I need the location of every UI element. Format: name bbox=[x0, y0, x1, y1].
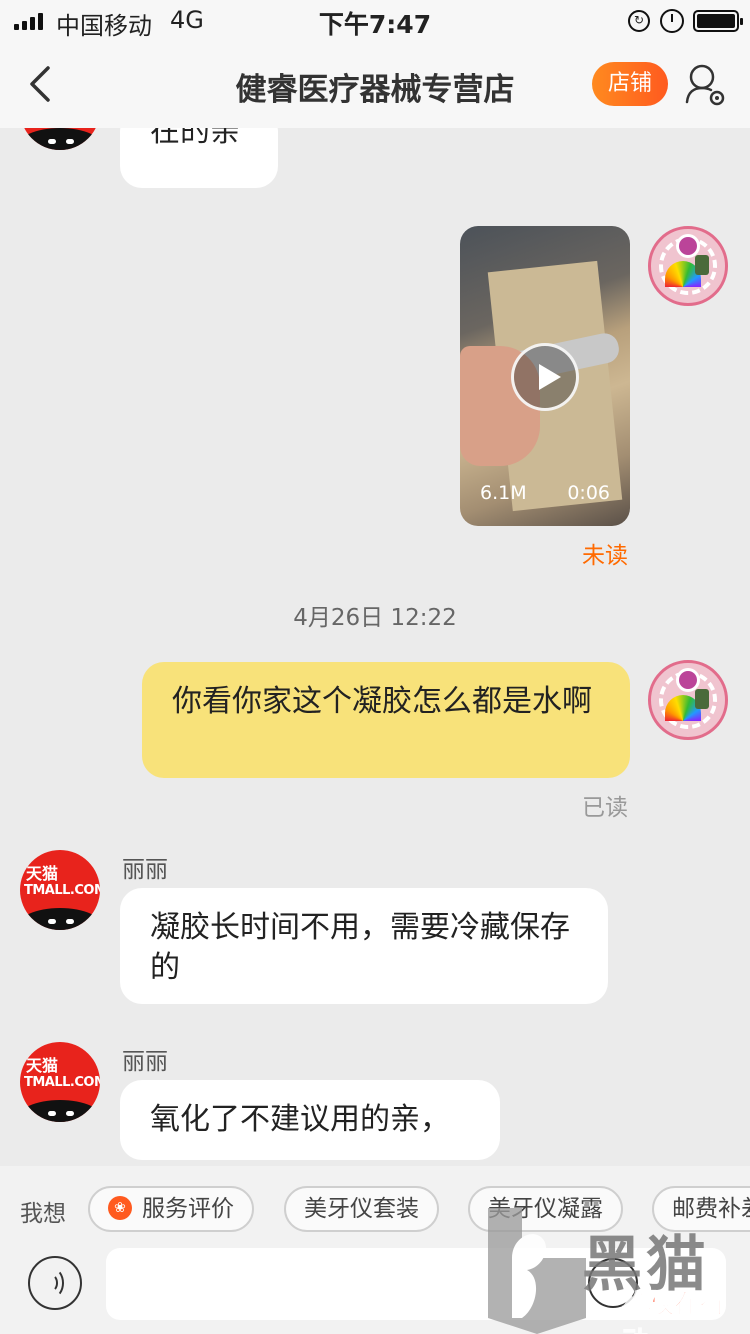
quick-reply-chip[interactable]: 美牙仪套装 bbox=[284, 1186, 439, 1232]
unread-status: 未读 bbox=[582, 543, 628, 569]
message-bubble-mine: 你看你家这个凝胶怎么都是水啊 bbox=[142, 662, 630, 778]
watermark-text: 维权在行动 bbox=[622, 1290, 727, 1334]
cat-logo-icon bbox=[488, 1208, 586, 1334]
video-duration: 0:06 bbox=[567, 482, 610, 504]
status-bar: 中国移动 4G 下午7:47 ↻ bbox=[0, 0, 750, 40]
seller-avatar[interactable] bbox=[20, 128, 100, 150]
my-avatar[interactable] bbox=[648, 226, 728, 306]
watermark-logo: 黑猫 维权在行动 bbox=[482, 1198, 750, 1334]
store-button[interactable]: 店铺 bbox=[592, 62, 668, 106]
seller-avatar[interactable]: 天猫 TMALL.COM bbox=[20, 1042, 100, 1122]
my-avatar[interactable] bbox=[648, 660, 728, 740]
message-bubble-seller: 氧化了不建议用的亲， bbox=[120, 1080, 500, 1160]
sender-name: 丽丽 bbox=[122, 857, 168, 883]
play-icon[interactable] bbox=[511, 343, 579, 411]
read-status: 已读 bbox=[582, 795, 628, 821]
date-separator: 4月26日 12:22 bbox=[293, 605, 457, 631]
user-settings-icon bbox=[685, 64, 725, 106]
seller-avatar[interactable]: 天猫 TMALL.COM bbox=[20, 850, 100, 930]
video-message[interactable]: 6.1M 0:06 bbox=[460, 226, 630, 526]
chat-messages[interactable]: 在的亲 6.1M 0:06 未读 4月26日 12:22 你看你家这个凝胶怎么都… bbox=[0, 128, 750, 1166]
nav-bar: 健睿医疗器械专营店 店铺 bbox=[0, 40, 750, 128]
sender-name: 丽丽 bbox=[122, 1049, 168, 1075]
service-rating-icon: ❀ bbox=[108, 1196, 132, 1220]
user-settings-button[interactable] bbox=[684, 62, 728, 110]
battery-icon bbox=[693, 10, 743, 32]
video-size: 6.1M bbox=[480, 482, 527, 504]
message-bubble-seller: 在的亲 bbox=[120, 128, 278, 188]
alarm-icon bbox=[660, 9, 684, 33]
message-bubble-seller: 凝胶长时间不用，需要冷藏保存的 bbox=[120, 888, 608, 1004]
quick-reply-chip[interactable]: ❀ 服务评价 bbox=[88, 1186, 254, 1232]
voice-input-icon[interactable] bbox=[28, 1256, 82, 1310]
quick-reply-label: 我想 bbox=[20, 1201, 66, 1227]
rotation-lock-icon: ↻ bbox=[628, 10, 650, 32]
